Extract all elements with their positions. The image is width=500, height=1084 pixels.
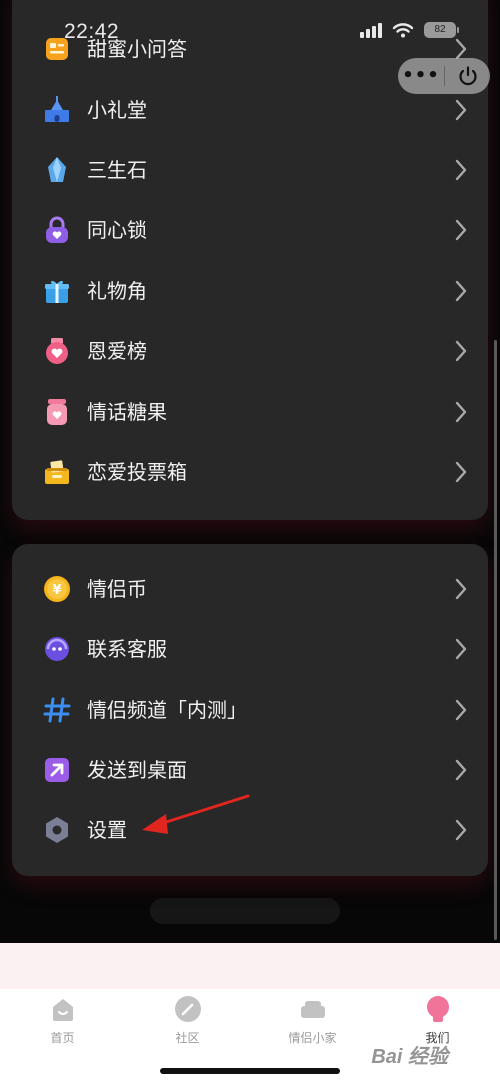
miniprogram-capsule: ••• — [398, 58, 490, 94]
blurred-footer — [150, 898, 340, 924]
chevron-right-icon — [455, 819, 467, 841]
tab-label: 情侣小家 — [288, 1031, 337, 1045]
menu-item-label: 礼物角 — [87, 279, 147, 303]
tab-label: 社区 — [175, 1031, 200, 1045]
settings-gear-icon — [46, 817, 68, 843]
close-miniprogram-button[interactable] — [445, 65, 490, 87]
home-icon — [52, 999, 73, 1021]
status-time: 22:42 — [64, 20, 120, 43]
more-menu-button[interactable]: ••• — [398, 58, 444, 94]
chevron-right-icon — [455, 340, 467, 362]
couple-avatar-icon — [426, 996, 449, 1022]
menu-item-label: 恋爱投票箱 — [87, 460, 187, 484]
tab-label: 首页 — [50, 1031, 75, 1045]
menu-item-label: 三生石 — [87, 158, 147, 182]
scrollbar[interactable] — [494, 340, 497, 940]
community-pen-icon — [174, 996, 201, 1022]
menu-item-label: 情侣频道「内测」 — [87, 698, 247, 722]
love-badge-icon — [46, 338, 68, 364]
chevron-right-icon — [455, 759, 467, 781]
menu-item-gift-corner[interactable]: 礼物角 — [12, 261, 488, 321]
tab-couple-home[interactable]: 情侣小家 — [250, 989, 375, 1059]
menu-item-label: 恩爱榜 — [87, 339, 147, 363]
chevron-right-icon — [455, 699, 467, 721]
menu-item-love-vote-box[interactable]: 恋爱投票箱 — [12, 442, 488, 502]
menu-item-couple-channel[interactable]: 情侣频道「内测」 — [12, 680, 488, 740]
home-indicator — [160, 1068, 340, 1074]
chevron-right-icon — [455, 219, 467, 241]
candy-jar-icon — [47, 399, 67, 425]
vote-box-icon — [45, 460, 69, 484]
hashtag-icon — [43, 697, 71, 723]
menu-item-heart-lock[interactable]: 同心锁 — [12, 200, 488, 260]
chevron-right-icon — [455, 638, 467, 660]
gift-box-icon — [45, 280, 69, 303]
tab-home[interactable]: 首页 — [0, 989, 125, 1059]
crystal-stone-icon — [48, 157, 66, 182]
menu-item-love-ranking[interactable]: 恩爱榜 — [12, 321, 488, 381]
power-icon — [458, 66, 477, 86]
menu-item-couple-coins[interactable]: ¥ 情侣币 — [12, 559, 488, 619]
menu-item-love-words-candy[interactable]: 情话糖果 — [12, 382, 488, 442]
chapel-icon — [45, 96, 69, 122]
screen: 甜蜜小问答 小礼堂 三生石 同心锁 礼物角 恩爱榜 情话糖果 恋爱投票箱 ¥ 情… — [0, 0, 500, 1084]
chevron-right-icon — [455, 159, 467, 181]
chevron-right-icon — [455, 401, 467, 423]
annotation-arrow — [142, 794, 250, 834]
watermark: Bai 经验 — [371, 1046, 448, 1068]
coin-icon: ¥ — [44, 576, 70, 602]
status-indicators: 82 — [360, 22, 459, 38]
chevron-right-icon — [455, 280, 467, 302]
tab-community[interactable]: 社区 — [125, 989, 250, 1059]
tab-area-background — [0, 943, 500, 989]
menu-item-three-life-stone[interactable]: 三生石 — [12, 140, 488, 200]
menu-item-label: 情话糖果 — [87, 400, 167, 424]
heart-lock-icon — [46, 216, 68, 243]
send-to-desktop-icon — [45, 758, 69, 782]
menu-item-label: 情侣币 — [87, 577, 147, 601]
chevron-right-icon — [455, 578, 467, 600]
menu-item-contact-support[interactable]: 联系客服 — [12, 619, 488, 679]
chevron-right-icon — [455, 99, 467, 121]
wifi-icon — [392, 23, 414, 38]
menu-item-label: 设置 — [87, 818, 127, 842]
sofa-icon — [300, 1001, 325, 1018]
chevron-right-icon — [455, 461, 467, 483]
customer-service-icon — [45, 637, 69, 661]
svg-text:¥: ¥ — [52, 583, 61, 598]
battery-icon: 82 — [424, 22, 459, 38]
menu-item-label: 发送到桌面 — [87, 758, 187, 782]
menu-item-label: 同心锁 — [87, 218, 147, 242]
menu-item-label: 小礼堂 — [87, 98, 147, 122]
signal-icon — [360, 22, 382, 38]
menu-item-label: 联系客服 — [87, 637, 167, 661]
